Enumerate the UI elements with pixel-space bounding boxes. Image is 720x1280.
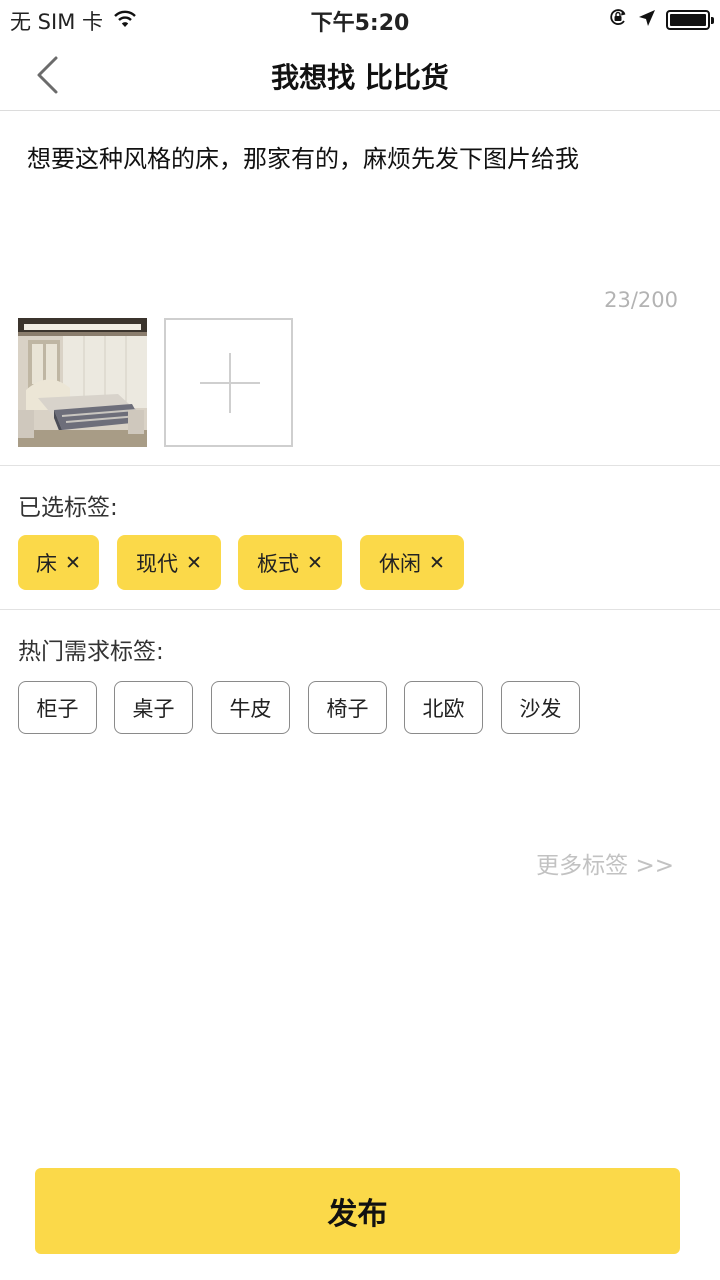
selected-tags-label: 已选标签: bbox=[18, 495, 118, 521]
battery-icon bbox=[666, 9, 714, 30]
selected-tag[interactable]: 休闲 ✕ bbox=[360, 535, 464, 590]
remove-tag-icon[interactable]: ✕ bbox=[65, 552, 81, 574]
char-counter: 23/200 bbox=[604, 288, 678, 312]
tag-label: 床 bbox=[36, 551, 58, 576]
remove-tag-icon[interactable]: ✕ bbox=[429, 552, 445, 574]
divider bbox=[0, 609, 720, 610]
publish-button[interactable]: 发布 bbox=[35, 1168, 680, 1254]
remove-tag-icon[interactable]: ✕ bbox=[307, 552, 323, 574]
page-title: 我想找 比比货 bbox=[271, 61, 449, 94]
uploaded-photo[interactable] bbox=[18, 318, 147, 447]
bedroom-photo-image bbox=[18, 318, 147, 447]
selected-tag[interactable]: 床 ✕ bbox=[18, 535, 99, 590]
remove-tag-icon[interactable]: ✕ bbox=[186, 552, 202, 574]
add-photo-button[interactable] bbox=[164, 318, 293, 447]
battery-level bbox=[670, 13, 706, 26]
selected-tag[interactable]: 现代 ✕ bbox=[117, 535, 221, 590]
location-icon bbox=[638, 8, 656, 32]
hot-tag[interactable]: 沙发 bbox=[501, 681, 580, 734]
hot-tag[interactable]: 椅子 bbox=[308, 681, 387, 734]
request-text-input[interactable]: 想要这种风格的床，那家有的，麻烦先发下图片给我 bbox=[27, 142, 697, 176]
status-bar: 无 SIM 卡 下午5:20 bbox=[0, 0, 720, 38]
status-right bbox=[598, 7, 714, 32]
tag-label: 板式 bbox=[257, 551, 300, 576]
hot-tag[interactable]: 柜子 bbox=[18, 681, 97, 734]
hot-tag[interactable]: 牛皮 bbox=[211, 681, 290, 734]
hot-tag[interactable]: 桌子 bbox=[114, 681, 193, 734]
divider bbox=[0, 465, 720, 466]
selected-tag[interactable]: 板式 ✕ bbox=[238, 535, 342, 590]
more-tags-link[interactable]: 更多标签 >> bbox=[536, 846, 674, 880]
nav-bar: 我想找 比比货 bbox=[0, 38, 720, 111]
orientation-lock-icon bbox=[608, 7, 628, 32]
hot-tag[interactable]: 北欧 bbox=[404, 681, 483, 734]
hot-tags-label: 热门需求标签: bbox=[18, 639, 164, 665]
tag-label: 休闲 bbox=[379, 551, 422, 576]
tag-label: 现代 bbox=[136, 551, 179, 576]
